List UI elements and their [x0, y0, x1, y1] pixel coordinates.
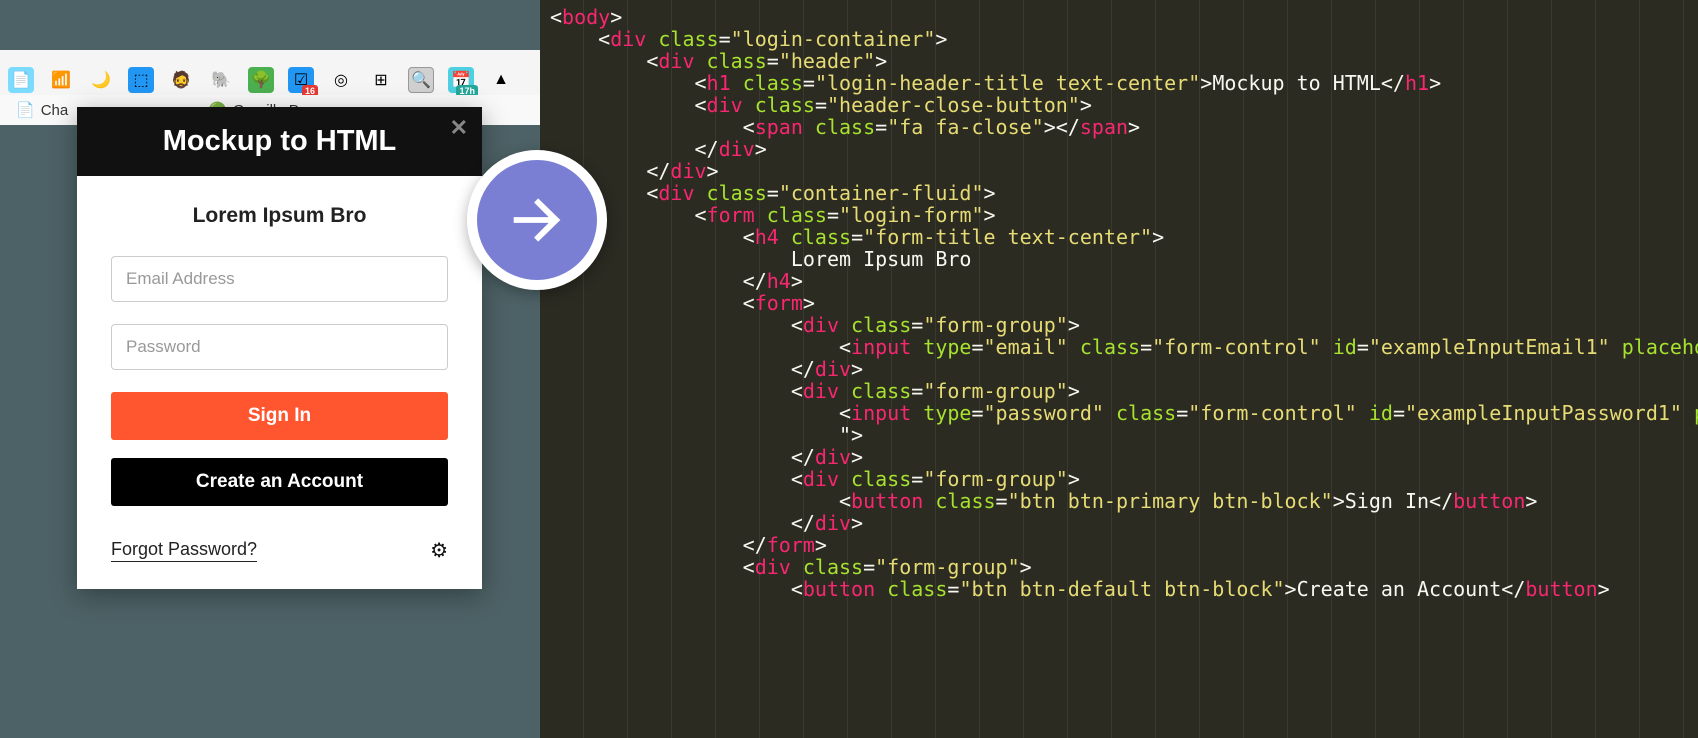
code-line: Lorem Ipsum Bro [550, 248, 1688, 270]
code-line: </form> [550, 534, 1688, 556]
tab-favicon: 📄 [16, 101, 35, 119]
code-line: <div class="container-fluid"> [550, 182, 1688, 204]
code-line: <div class="form-group"> [550, 380, 1688, 402]
code-editor[interactable]: <body> <div class="login-container"> <di… [540, 0, 1698, 738]
email-field[interactable] [111, 256, 448, 302]
forest-icon[interactable]: 🌳 [248, 67, 274, 93]
cast-icon[interactable]: 📶 [48, 67, 74, 93]
login-header: ✕ Mockup to HTML [77, 107, 482, 176]
code-line: <input type="email" class="form-control"… [550, 336, 1688, 358]
close-icon[interactable]: ✕ [450, 115, 468, 141]
code-line: <div class="form-group"> [550, 314, 1688, 336]
code-line: <h1 class="login-header-title text-cente… [550, 72, 1688, 94]
form-subtitle: Lorem Ipsum Bro [111, 204, 448, 228]
code-line: <button class="btn btn-primary btn-block… [550, 490, 1688, 512]
code-line: <button class="btn btn-default btn-block… [550, 578, 1688, 600]
copy-icon[interactable]: 📄 [8, 67, 34, 93]
gear-icon[interactable]: ⚙ [430, 538, 448, 563]
moon-icon[interactable]: 🌙 [88, 67, 114, 93]
code-line: <h4 class="form-title text-center"> [550, 226, 1688, 248]
browser-tab[interactable]: 📄 Cha [16, 101, 68, 119]
code-line: <span class="fa fa-close"></span> [550, 116, 1688, 138]
code-line: <div class="login-container"> [550, 28, 1688, 50]
tab-label: Cha [41, 102, 69, 119]
create-account-button[interactable]: Create an Account [111, 458, 448, 506]
magnify-icon[interactable]: 🔍 [408, 67, 434, 93]
code-line: <div class="form-group"> [550, 468, 1688, 490]
code-line: </div> [550, 160, 1688, 182]
code-line: <form class="login-form"> [550, 204, 1688, 226]
code-line: <div class="header-close-button"> [550, 94, 1688, 116]
code-line: <body> [550, 6, 1688, 28]
drive-icon[interactable]: ▲ [488, 67, 514, 93]
forgot-password-link[interactable]: Forgot Password? [111, 539, 257, 562]
code-line: </div> [550, 358, 1688, 380]
signin-button[interactable]: Sign In [111, 392, 448, 440]
avatar-icon[interactable]: 🧔 [168, 67, 194, 93]
code-line: </div> [550, 446, 1688, 468]
code-line: </div> [550, 512, 1688, 534]
code-line: <input type="password" class="form-contr… [550, 402, 1688, 424]
target-icon[interactable]: ◎ [328, 67, 354, 93]
login-modal: ✕ Mockup to HTML Lorem Ipsum Bro Sign In… [77, 107, 482, 589]
login-footer: Forgot Password? ⚙ [111, 538, 448, 563]
todoist-icon[interactable]: ☑16 [288, 67, 314, 93]
grid-icon[interactable]: ⊞ [368, 67, 394, 93]
code-line: </h4> [550, 270, 1688, 292]
code-line: "> [550, 424, 1688, 446]
code-line: <div class="form-group"> [550, 556, 1688, 578]
code-line: <div class="header"> [550, 50, 1688, 72]
password-field[interactable] [111, 324, 448, 370]
login-body: Lorem Ipsum Bro Sign In Create an Accoun… [77, 176, 482, 589]
calendar-icon[interactable]: 📅17h [448, 67, 474, 93]
login-title: Mockup to HTML [97, 125, 462, 158]
evernote-icon[interactable]: 🐘 [208, 67, 234, 93]
trello-icon[interactable]: ⬚ [128, 67, 154, 93]
arrow-right-icon [467, 150, 607, 290]
code-line: </div> [550, 138, 1688, 160]
code-line: <form> [550, 292, 1688, 314]
